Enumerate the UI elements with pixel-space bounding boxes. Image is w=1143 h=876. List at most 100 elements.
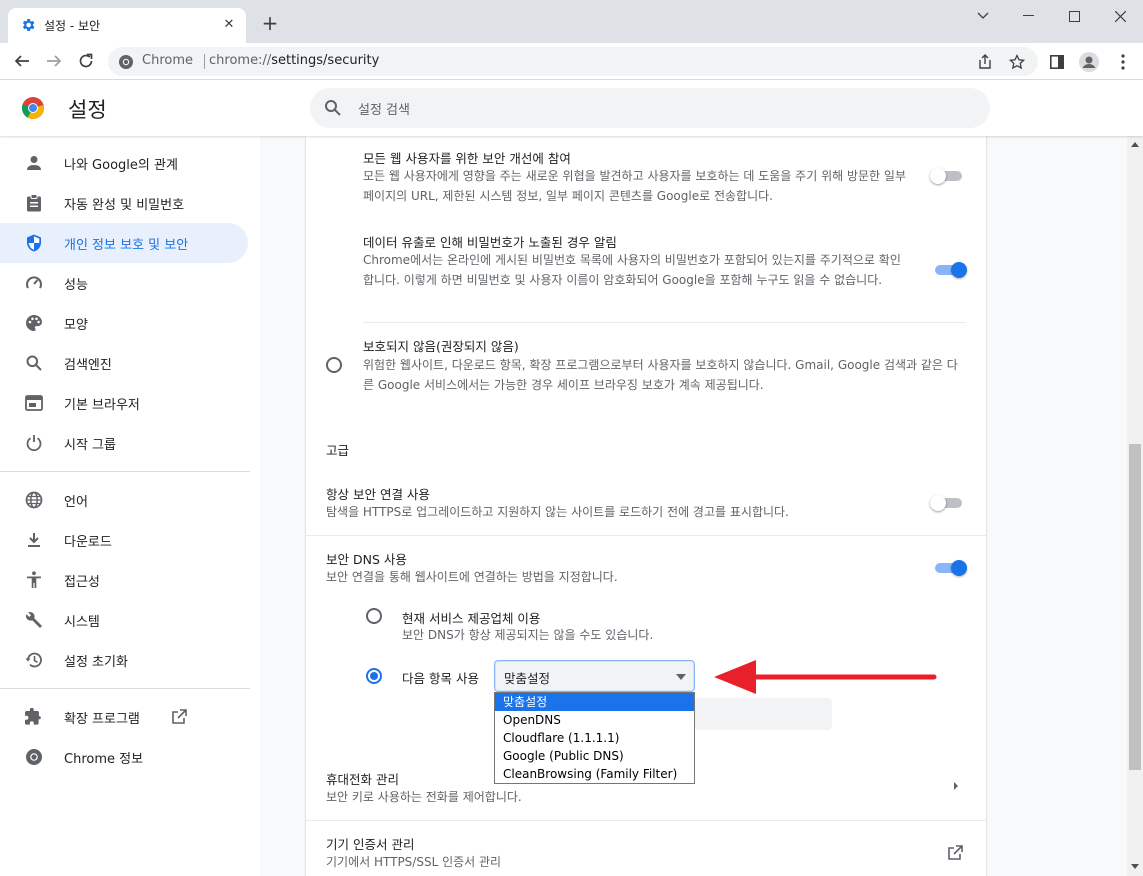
sidebar-item-label: 검색엔진 — [64, 358, 112, 373]
search-icon — [325, 100, 341, 116]
tab-settings[interactable]: 설정 - 보안 ✕ — [8, 8, 246, 43]
sidebar-item-extensions[interactable]: 확장 프로그램 — [0, 697, 248, 737]
address-bar[interactable]: Chrome chrome://settings/security — [108, 47, 1038, 76]
bookmark-button[interactable] — [1008, 53, 1026, 71]
sidebar-item-you-and-google[interactable]: 나와 Google의 관계 — [0, 143, 248, 183]
close-icon — [1114, 10, 1126, 22]
sidebar-item-about-chrome[interactable]: Chrome 정보 — [0, 737, 248, 777]
sidebar-item-autofill[interactable]: 자동 완성 및 비밀번호 — [0, 183, 248, 223]
sidebar-item-performance[interactable]: 성능 — [0, 263, 248, 303]
leak-alert-toggle[interactable] — [933, 262, 967, 278]
close-window-button[interactable] — [1097, 0, 1143, 32]
site-chip-label: Chrome — [142, 53, 193, 68]
sidebar-item-label: 기본 브라우저 — [64, 398, 140, 413]
tab-search-button[interactable] — [960, 0, 1006, 32]
minimize-button[interactable] — [1005, 0, 1051, 32]
sidebar-item-label: 시스템 — [64, 615, 100, 630]
dropdown-option[interactable]: Cloudflare (1.1.1.1) — [495, 729, 694, 747]
no-protection-desc: 위험한 웹사이트, 다운로드 항목, 확장 프로그램으로부터 사용자를 보호하지… — [363, 358, 958, 392]
improve-security-toggle[interactable] — [930, 168, 964, 184]
shield-icon — [24, 233, 44, 253]
side-panel-button[interactable] — [1045, 50, 1069, 74]
settings-page: 나와 Google의 관계 자동 완성 및 비밀번호 개인 정보 보호 및 보안… — [0, 136, 1127, 876]
divider — [306, 820, 986, 821]
clipboard-icon — [24, 193, 44, 213]
dns-provider-select[interactable]: 맞춤설정 — [494, 660, 695, 692]
sidebar-item-default-browser[interactable]: 기본 브라우저 — [0, 383, 248, 423]
search-icon — [24, 353, 44, 373]
manage-certificates-desc: 기기에서 HTTPS/SSL 인증서 관리 — [326, 855, 502, 869]
sidebar-item-label: 확장 프로그램 — [64, 712, 140, 727]
forward-button[interactable] — [42, 49, 66, 73]
secure-dns-desc: 보안 연결을 통해 웹사이트에 연결하는 방법을 지정합니다. — [326, 570, 618, 584]
dropdown-option[interactable]: Google (Public DNS) — [495, 747, 694, 765]
sidebar-item-reset[interactable]: 설정 초기화 — [0, 640, 248, 680]
caret-down-icon — [676, 674, 686, 680]
improve-security-title: 모든 웹 사용자를 위한 보안 개선에 참여 — [363, 151, 571, 166]
https-first-desc: 탐색을 HTTPS로 업그레이드하고 지원하지 않는 사이트를 로드하기 전에 … — [326, 505, 789, 519]
profile-button[interactable] — [1077, 50, 1101, 74]
sidebar-item-downloads[interactable]: 다운로드 — [0, 520, 248, 560]
https-first-title: 항상 보안 연결 사용 — [326, 487, 430, 502]
dropdown-option[interactable]: OpenDNS — [495, 711, 694, 729]
chevron-down-icon — [977, 12, 989, 19]
chevron-right-icon[interactable] — [952, 781, 960, 791]
secure-dns-title: 보안 DNS 사용 — [326, 552, 407, 567]
wrench-icon — [24, 610, 44, 630]
tab-title: 설정 - 보안 — [44, 19, 101, 33]
no-protection-title: 보호되지 않음(권장되지 않음) — [363, 339, 519, 354]
sidebar-item-search-engine[interactable]: 검색엔진 — [0, 343, 248, 383]
improve-security-desc: 모든 웹 사용자에게 영향을 주는 새로운 위협을 발견하고 사용자를 보호하는… — [363, 169, 906, 203]
sidebar-item-label: 접근성 — [64, 575, 100, 590]
url-text: chrome://settings/security — [209, 53, 379, 68]
url-path: settings/security — [271, 53, 380, 68]
maximize-button[interactable] — [1051, 0, 1097, 32]
scroll-up-arrow-icon[interactable] — [1131, 142, 1139, 147]
sidebar-item-languages[interactable]: 언어 — [0, 480, 248, 520]
https-first-toggle[interactable] — [930, 495, 964, 511]
custom-provider-radio[interactable] — [366, 668, 382, 684]
dns-provider-dropdown: 맞춤설정 OpenDNS Cloudflare (1.1.1.1) Google… — [494, 692, 695, 784]
tab-strip: 설정 - 보안 ✕ + — [0, 0, 1143, 43]
globe-icon — [24, 490, 44, 510]
palette-icon — [24, 313, 44, 333]
sidebar-item-accessibility[interactable]: 접근성 — [0, 560, 248, 600]
sidebar-item-appearance[interactable]: 모양 — [0, 303, 248, 343]
side-panel-icon — [1050, 55, 1064, 69]
scrollbar-thumb[interactable] — [1129, 444, 1141, 770]
menu-button[interactable] — [1111, 50, 1135, 74]
no-protection-radio[interactable] — [326, 357, 342, 373]
leak-alert-title: 데이터 유출로 인해 비밀번호가 노출된 경우 알림 — [363, 235, 617, 250]
secure-dns-toggle[interactable] — [933, 560, 967, 576]
download-icon — [24, 530, 44, 550]
sidebar-item-label: 시작 그룹 — [64, 438, 116, 453]
sidebar-item-privacy-security[interactable]: 개인 정보 보호 및 보안 — [0, 223, 248, 263]
sidebar-item-label: 자동 완성 및 비밀번호 — [64, 198, 185, 213]
divider — [306, 535, 986, 536]
sidebar-item-on-startup[interactable]: 시작 그룹 — [0, 423, 248, 463]
dropdown-option[interactable]: 맞춤설정 — [495, 693, 694, 711]
tab-close-icon[interactable]: ✕ — [220, 16, 238, 34]
back-button[interactable] — [10, 49, 34, 73]
star-icon — [1009, 54, 1025, 70]
share-button[interactable] — [976, 53, 994, 71]
reload-button[interactable] — [74, 49, 98, 73]
toggle-knob — [930, 495, 946, 511]
dropdown-option[interactable]: CleanBrowsing (Family Filter) — [495, 765, 694, 783]
browser-toolbar: Chrome chrome://settings/security — [0, 43, 1143, 80]
avatar-icon — [1079, 52, 1099, 72]
forward-arrow-icon — [47, 55, 62, 67]
settings-search-input[interactable]: 설정 검색 — [310, 88, 990, 128]
toggle-knob — [951, 560, 967, 576]
custom-dns-input[interactable] — [694, 698, 832, 730]
share-icon — [979, 54, 991, 69]
page-scrollbar[interactable] — [1127, 136, 1143, 876]
open-in-new-icon[interactable] — [947, 845, 963, 861]
current-provider-radio[interactable] — [366, 608, 382, 624]
sidebar-item-system[interactable]: 시스템 — [0, 600, 248, 640]
history-icon — [24, 650, 44, 670]
gear-icon — [22, 19, 35, 31]
toggle-knob — [951, 262, 967, 278]
scroll-down-arrow-icon[interactable] — [1131, 864, 1139, 869]
new-tab-button[interactable]: + — [258, 12, 282, 36]
